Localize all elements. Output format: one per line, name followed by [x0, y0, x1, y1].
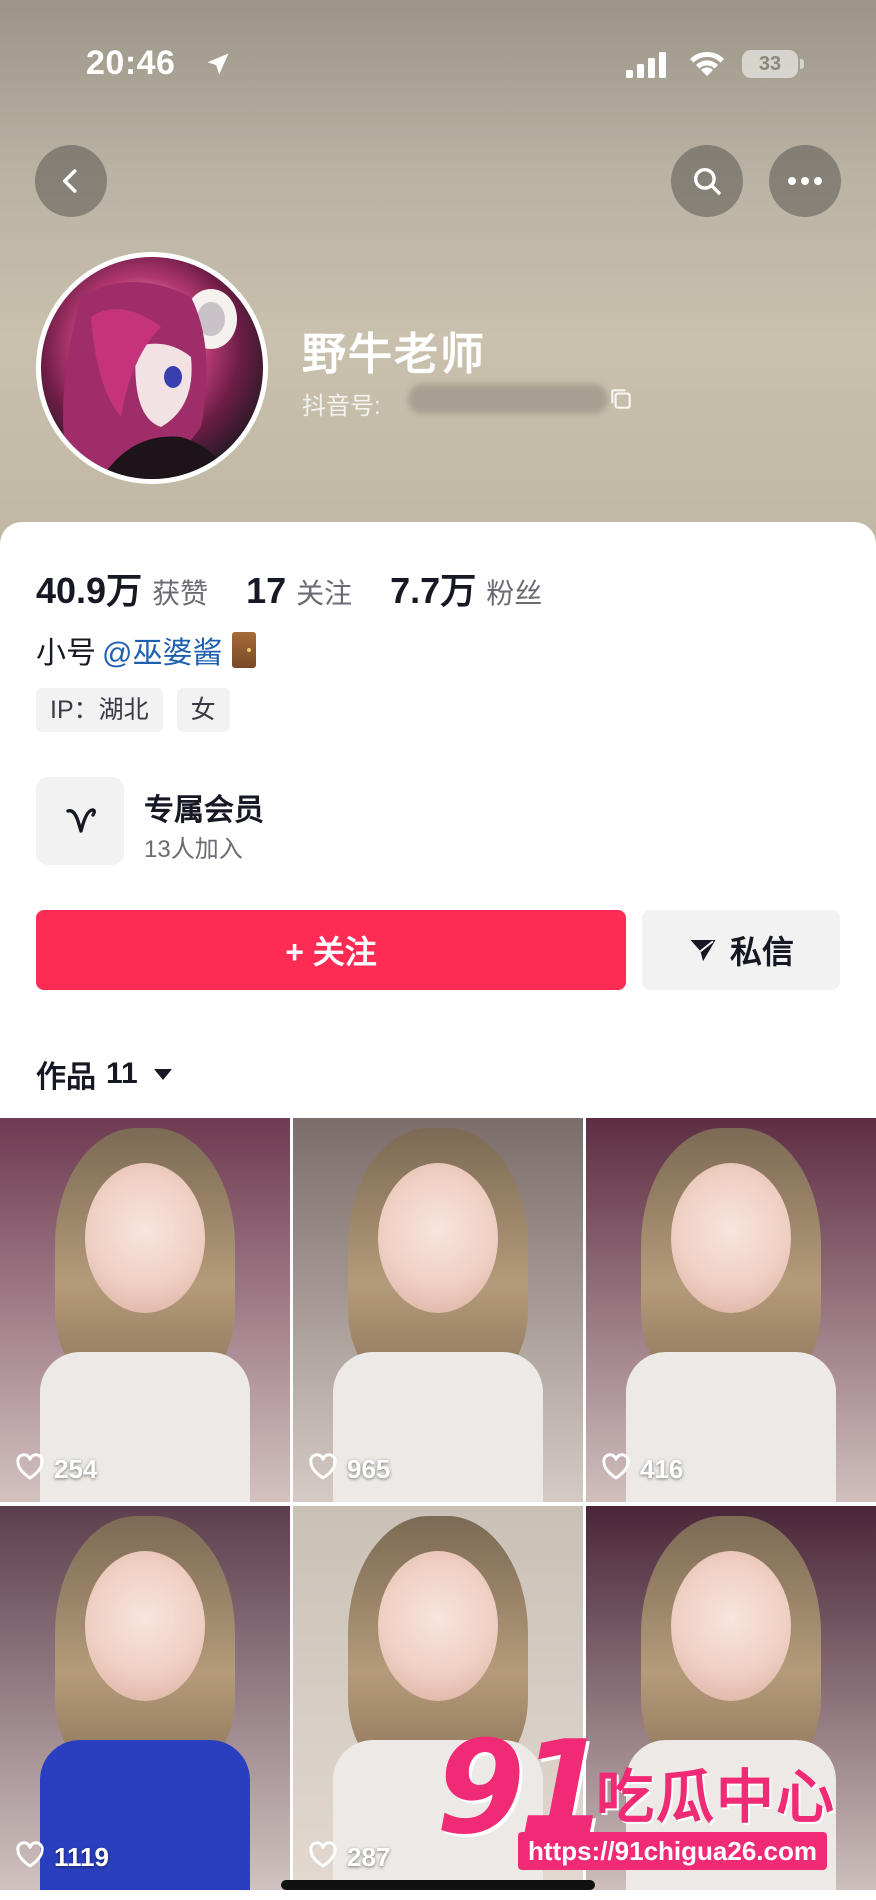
follow-button-label: + 关注	[285, 934, 377, 970]
thumbnail-face	[85, 1551, 205, 1701]
heart-icon	[307, 1451, 339, 1488]
stat-label: 关注	[296, 578, 353, 609]
message-button-label: 私信	[729, 934, 794, 970]
more-options-button[interactable]	[769, 145, 841, 217]
douyin-id-label: 抖音号:	[302, 393, 381, 420]
thumbnail-face	[85, 1163, 205, 1313]
heart-icon	[14, 1839, 46, 1876]
follow-button[interactable]: + 关注	[36, 910, 626, 990]
tag-gender: 女	[176, 688, 230, 732]
likes-count: 416	[640, 1454, 684, 1484]
heart-icon	[14, 1451, 46, 1488]
thumbnail-face	[671, 1551, 791, 1701]
tag-ip-location: IP：湖北	[36, 688, 163, 732]
thumbnail-face	[378, 1551, 498, 1701]
wifi-icon	[690, 51, 724, 76]
profile-tags: IP：湖北 女	[36, 688, 230, 732]
avatar[interactable]	[36, 252, 268, 484]
stat-following[interactable]: 17 关注	[246, 570, 352, 612]
video-tile[interactable]: 254	[0, 1118, 290, 1502]
home-indicator	[281, 1880, 595, 1890]
membership-icon	[36, 777, 124, 865]
stat-followers[interactable]: 7.7万 粉丝	[390, 562, 542, 614]
stat-label: 粉丝	[486, 578, 543, 609]
membership-title: 专属会员	[144, 794, 264, 827]
v-heart-icon	[66, 808, 96, 833]
stat-value: 17	[246, 570, 287, 611]
profile-name: 野牛老师	[302, 330, 486, 379]
profile-stats: 40.9万 获赞 17 关注 7.7万 粉丝	[36, 562, 580, 614]
bio-alt-account: 小号 @巫婆酱	[36, 628, 257, 672]
stat-likes[interactable]: 40.9万 获赞	[36, 562, 208, 614]
battery-indicator: 33	[742, 50, 804, 78]
video-likes: 287	[307, 1839, 390, 1876]
watermark-url: https://91chigua26.com	[518, 1832, 827, 1870]
alt-account-prefix: 小号	[36, 637, 96, 670]
thumbnail-face	[671, 1163, 791, 1313]
likes-count: 1119	[54, 1842, 109, 1872]
video-tile[interactable]: 965	[293, 1118, 583, 1502]
stat-label: 获赞	[152, 578, 209, 609]
search-button[interactable]	[671, 145, 743, 217]
video-likes: 254	[14, 1451, 97, 1488]
chevron-left-icon	[63, 169, 77, 193]
watermark-text: 吃瓜中心	[596, 1765, 837, 1830]
tab-works[interactable]: 作品 11	[36, 1052, 172, 1096]
membership-entry[interactable]: 专属会员 13人加入	[36, 777, 436, 867]
stat-value: 40.9万	[36, 570, 143, 611]
avatar-illustration	[63, 282, 237, 479]
door-emoji-icon	[232, 632, 257, 668]
alt-account-mention-link[interactable]: @巫婆酱	[102, 628, 222, 672]
heart-icon	[600, 1451, 632, 1488]
video-likes: 965	[307, 1451, 390, 1488]
cellular-signal-icon	[626, 52, 666, 78]
video-likes: 1119	[14, 1839, 109, 1876]
location-arrow-icon	[207, 53, 229, 75]
video-tile[interactable]: 1119	[0, 1506, 290, 1890]
membership-subtitle: 13人加入	[144, 836, 243, 863]
more-dots-icon	[788, 177, 822, 185]
status-bar: 20:46 33	[0, 40, 876, 90]
send-icon	[690, 940, 716, 962]
video-likes: 416	[600, 1451, 683, 1488]
search-icon	[693, 167, 721, 195]
status-time: 20:46	[86, 44, 176, 82]
profile-card: 40.9万 获赞 17 关注 7.7万 粉丝 小号 @巫婆酱 IP：湖北 女 专…	[0, 522, 876, 1900]
back-button[interactable]	[35, 145, 107, 217]
works-tab-label: 作品	[36, 1061, 96, 1094]
stat-value: 7.7万	[390, 570, 477, 611]
douyin-id-redacted	[408, 384, 608, 414]
thumbnail-face	[378, 1163, 498, 1313]
heart-icon	[307, 1839, 339, 1876]
profile-header: 20:46 33 野牛老师 抖音号:	[0, 0, 876, 560]
video-tile[interactable]: 416	[586, 1118, 876, 1502]
message-button[interactable]: 私信	[642, 910, 840, 990]
likes-count: 254	[54, 1454, 98, 1484]
likes-count: 287	[347, 1842, 391, 1872]
copy-icon[interactable]	[608, 386, 634, 412]
works-count: 11	[106, 1057, 138, 1090]
caret-down-icon	[153, 1068, 172, 1080]
likes-count: 965	[347, 1454, 391, 1484]
site-watermark: 91 吃瓜中心 https://91chigua26.com	[436, 1714, 876, 1884]
